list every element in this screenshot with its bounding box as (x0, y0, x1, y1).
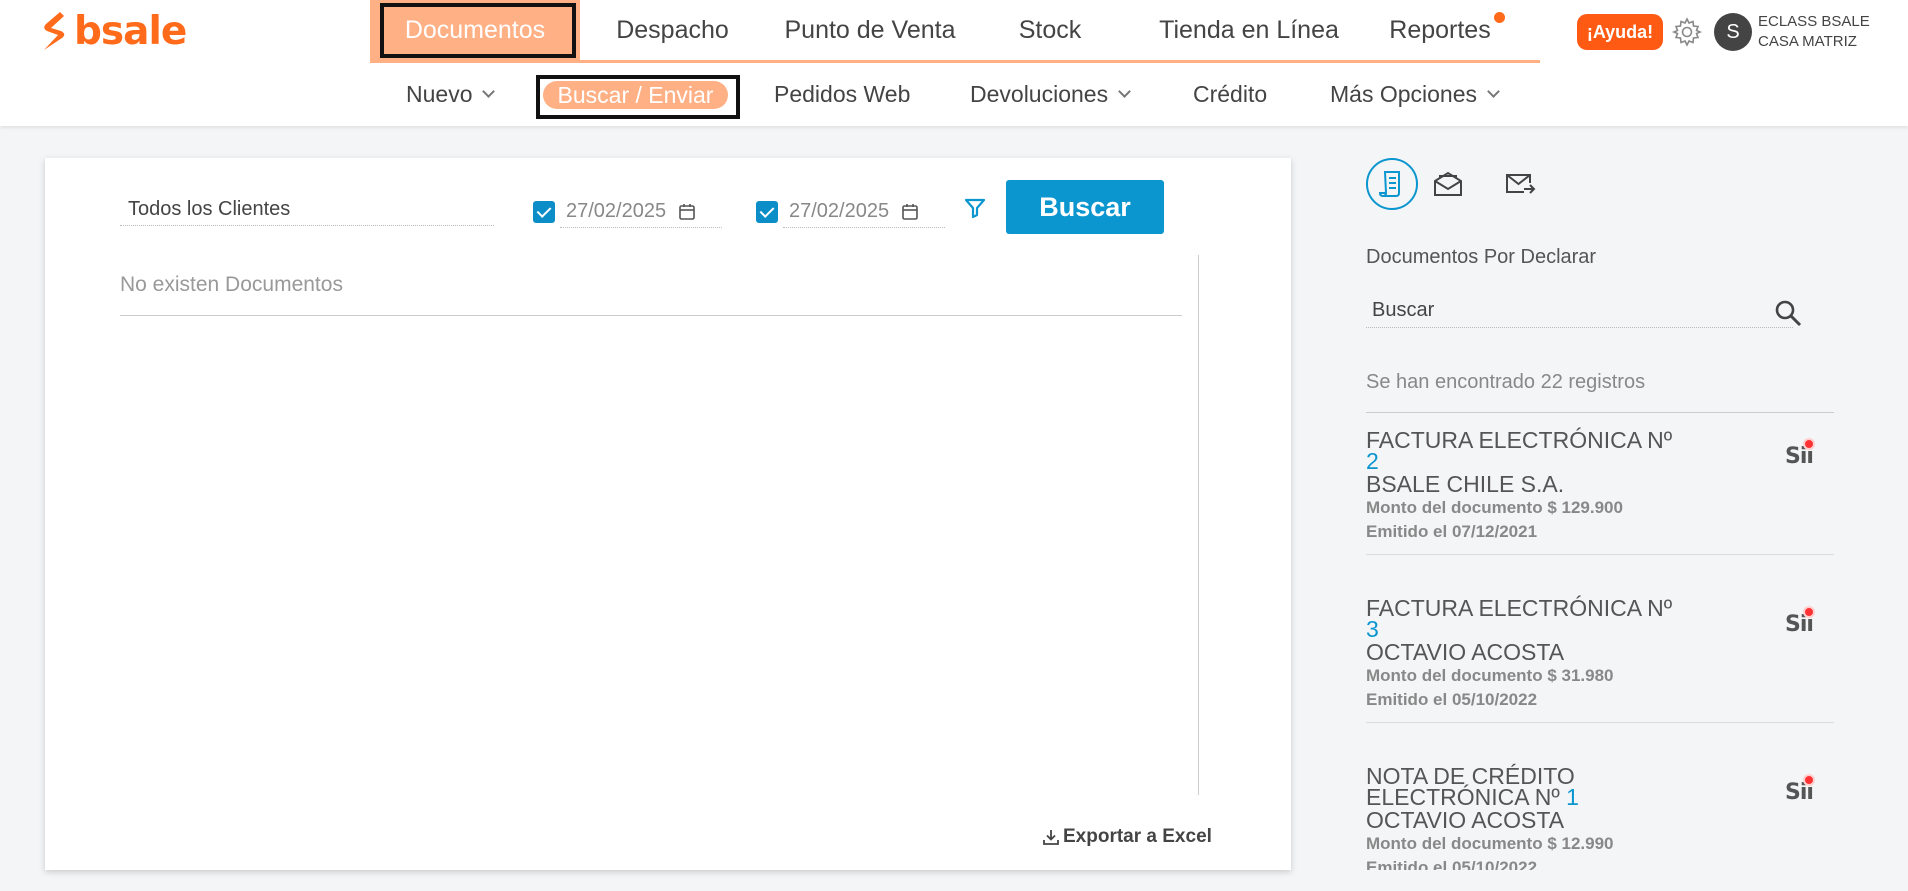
branch-name: CASA MATRIZ (1758, 33, 1857, 50)
highlight-box (536, 75, 740, 119)
status-dot (1803, 606, 1815, 618)
highlight-box (380, 3, 576, 58)
document-icon (1378, 171, 1400, 198)
side-panel: Documentos Por Declarar Se han encontrad… (1366, 158, 1846, 870)
nav-label: Despacho (616, 15, 729, 44)
chevron-down-icon (1487, 85, 1500, 98)
document-date: Emitido el 05/10/2022 (1366, 690, 1538, 709)
date-from-value: 27/02/2025 (566, 200, 667, 222)
divider (120, 315, 1182, 316)
document-amount: Monto del documento $ 12.990 (1366, 834, 1614, 853)
top-navbar: bsale Documentos Despacho Punto de Venta… (0, 0, 1908, 63)
subnav-label: Nuevo (406, 81, 473, 107)
send-mail-icon (1506, 174, 1536, 194)
export-excel-button[interactable]: Exportar a Excel (1042, 826, 1212, 848)
tab-sent[interactable] (1494, 158, 1546, 210)
download-icon (1043, 830, 1059, 845)
document-type: FACTURA ELECTRÓNICA Nº (1366, 427, 1673, 453)
help-button[interactable]: ¡Ayuda! (1577, 14, 1663, 50)
nav-label: Punto de Venta (784, 15, 956, 44)
date-from-field[interactable]: 27/02/2025 (560, 196, 722, 228)
documents-search-input[interactable] (1366, 294, 1793, 328)
subnav-label: Pedidos Web (774, 81, 911, 107)
subnav-label: Crédito (1193, 81, 1268, 107)
client-input[interactable] (120, 194, 494, 226)
main-nav: Documentos Despacho Punto de Venta Stock… (370, 0, 1540, 63)
bsale-logo[interactable]: bsale (38, 9, 187, 54)
document-number: 1 (1566, 784, 1579, 810)
divider (1366, 554, 1834, 555)
calendar-icon[interactable] (678, 203, 696, 221)
calendar-icon[interactable] (901, 203, 919, 221)
bsale-logo-icon (44, 12, 65, 50)
document-amount: Monto del documento $ 129.900 (1366, 498, 1623, 517)
nav-reportes[interactable]: Reportes (1373, 0, 1513, 60)
filter-icon[interactable] (963, 196, 987, 220)
document-type: NOTA DE CRÉDITO ELECTRÓNICA Nº (1366, 763, 1575, 810)
tab-documents[interactable] (1366, 158, 1418, 210)
divider (1366, 722, 1834, 723)
chevron-down-icon (482, 85, 496, 98)
search-icon[interactable] (1773, 298, 1803, 328)
status-dot (1803, 774, 1815, 786)
nav-label: Reportes (1389, 15, 1491, 44)
document-client: BSALE CHILE S.A. (1366, 471, 1565, 497)
subnav-devoluciones[interactable]: Devoluciones (970, 63, 1131, 126)
nav-label: Stock (1018, 15, 1082, 44)
document-amount: Monto del documento $ 31.980 (1366, 666, 1614, 685)
chevron-down-icon (1118, 85, 1131, 98)
subnav-pedidos-web[interactable]: Pedidos Web (774, 63, 910, 126)
status-dot (1803, 438, 1815, 450)
sii-icon: Sii (1783, 606, 1817, 642)
export-label: Exportar a Excel (1063, 826, 1212, 847)
empty-message: No existen Documentos (120, 273, 343, 296)
search-card: 27/02/2025 27/02/2025 Buscar No existen … (45, 158, 1291, 870)
document-client: OCTAVIO ACOSTA (1366, 807, 1565, 833)
date-to-value: 27/02/2025 (789, 200, 890, 222)
date-from-checkbox[interactable] (533, 201, 555, 223)
results-count: Se han encontrado 22 registros (1366, 371, 1646, 393)
notification-dot (1493, 11, 1505, 23)
company-name: ECLASS BSALE (1758, 13, 1870, 30)
tab-received[interactable] (1422, 158, 1474, 210)
document-title: FACTURA ELECTRÓNICA Nº 2 (1366, 427, 1696, 473)
date-to-checkbox[interactable] (756, 201, 778, 223)
avatar[interactable]: S (1714, 13, 1752, 51)
nav-label: Tienda en Línea (1159, 15, 1339, 44)
subnav-credito[interactable]: Crédito (1193, 63, 1267, 126)
document-item[interactable]: FACTURA ELECTRÓNICA Nº 3 OCTAVIO ACOSTA M… (1366, 595, 1834, 723)
subnav-mas-opciones[interactable]: Más Opciones (1330, 63, 1500, 126)
search-button[interactable]: Buscar (1006, 180, 1164, 234)
gear-icon[interactable] (1671, 16, 1703, 48)
panel-title: Documentos Por Declarar (1366, 246, 1597, 268)
nav-punto-de-venta[interactable]: Punto de Venta (765, 0, 975, 60)
document-type: FACTURA ELECTRÓNICA Nº (1366, 595, 1673, 621)
document-client: OCTAVIO ACOSTA (1366, 639, 1565, 665)
nav-documentos[interactable]: Documentos (370, 0, 580, 60)
date-to-field[interactable]: 27/02/2025 (783, 196, 945, 228)
sub-navbar: Nuevo Pedidos Web Devoluciones Crédito M… (0, 63, 1908, 126)
divider (1366, 412, 1834, 413)
subnav-nuevo[interactable]: Nuevo (406, 63, 496, 126)
document-title: FACTURA ELECTRÓNICA Nº 3 (1366, 595, 1696, 641)
document-item[interactable]: FACTURA ELECTRÓNICA Nº 2 BSALE CHILE S.A.… (1366, 427, 1834, 555)
subnav-label: Devoluciones (970, 81, 1109, 107)
nav-despacho[interactable]: Despacho (580, 0, 765, 60)
nav-stock[interactable]: Stock (975, 0, 1125, 60)
document-item[interactable]: NOTA DE CRÉDITO ELECTRÓNICA Nº 1 OCTAVIO… (1366, 763, 1834, 870)
sii-icon: Sii (1783, 438, 1817, 474)
document-title: NOTA DE CRÉDITO ELECTRÓNICA Nº 1 (1366, 763, 1696, 810)
divider (1198, 255, 1199, 795)
company-info[interactable]: ECLASS BSALE CASA MATRIZ (1758, 12, 1870, 52)
document-date: Emitido el 05/10/2022 (1366, 858, 1538, 870)
sii-icon: Sii (1783, 774, 1817, 810)
logo-text: bsale (74, 9, 187, 54)
subnav-label: Más Opciones (1330, 81, 1478, 107)
document-date: Emitido el 07/12/2021 (1366, 522, 1538, 541)
nav-tienda-en-linea[interactable]: Tienda en Línea (1125, 0, 1373, 60)
open-mail-icon (1434, 171, 1462, 196)
